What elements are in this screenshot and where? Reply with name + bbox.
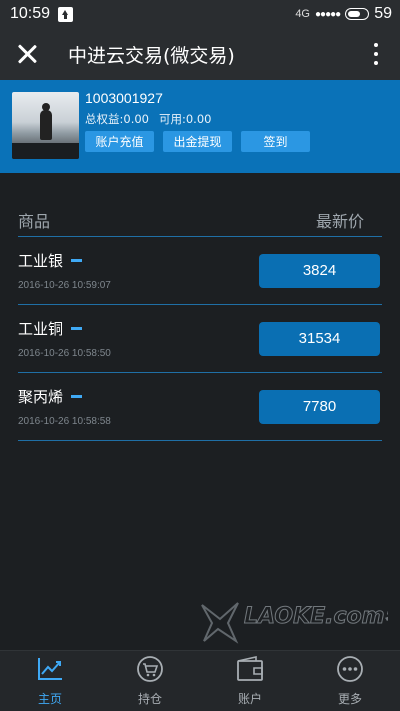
nav-label: 账户 (237, 692, 262, 706)
nav-item-positions[interactable]: 持仓 (100, 651, 200, 711)
avatar[interactable] (12, 92, 79, 159)
account-balance: 总权益:0.00 可用:0.00 (85, 111, 310, 127)
battery-level: 59 (374, 5, 392, 22)
price-button[interactable]: 3824 (259, 253, 380, 288)
more-options-icon[interactable] (366, 41, 386, 67)
page-title: 中进云交易(微交易) (68, 44, 235, 67)
cart-icon (135, 654, 165, 684)
quote-time: 2016-10-26 10:58:58 (18, 416, 111, 427)
flat-trend-icon (71, 259, 83, 262)
signal-icon: ●●●●● (315, 8, 341, 20)
status-bar: 10:59 4G ●●●●● 59 (0, 0, 400, 28)
quote-time: 2016-10-26 10:59:07 (18, 280, 111, 291)
account-actions: 账户充值 出金提现 签到 (85, 131, 310, 152)
quote-header: 商品 最新价 (18, 203, 382, 237)
quote-list: 商品 最新价 工业银 2016-10-26 10:59:07 3824 工业铜 … (0, 203, 400, 441)
flat-trend-icon (71, 395, 83, 398)
account-id: 1003001927 (85, 90, 163, 106)
flat-trend-icon (71, 327, 83, 330)
checkin-button[interactable]: 签到 (241, 131, 310, 152)
quote-time: 2016-10-26 10:58:50 (18, 348, 111, 359)
status-time: 10:59 (10, 5, 51, 22)
price-button[interactable]: 7780 (259, 389, 380, 424)
network-type: 4G (295, 8, 310, 20)
quote-row[interactable]: 工业银 2016-10-26 10:59:07 3824 (18, 237, 382, 305)
product-name: 聚丙烯 (18, 388, 64, 406)
quote-row[interactable]: 聚丙烯 2016-10-26 10:58:58 7780 (18, 373, 382, 441)
available-value: 0.00 (185, 112, 212, 126)
withdraw-button[interactable]: 出金提现 (163, 131, 232, 152)
title-bar: 中进云交易(微交易) (0, 28, 400, 80)
more-circle-icon (335, 654, 365, 684)
product-name: 工业铜 (18, 320, 64, 338)
recharge-button[interactable]: 账户充值 (85, 131, 154, 152)
watermark-logo: LAOKE.com老客 (201, 602, 388, 644)
quote-row[interactable]: 工业铜 2016-10-26 10:58:50 31534 (18, 305, 382, 373)
close-icon[interactable] (14, 41, 40, 67)
nav-item-home[interactable]: 主页 (0, 651, 100, 711)
nav-item-account[interactable]: 账户 (200, 651, 300, 711)
account-info: 1003001927 总权益:0.00 可用:0.00 账户充值 出金提现 签到 (85, 90, 310, 152)
nav-item-more[interactable]: 更多 (300, 651, 400, 711)
price-button[interactable]: 31534 (259, 321, 380, 356)
bottom-nav: 主页 持仓 账户 更多 (0, 650, 400, 711)
header-price: 最新价 (315, 211, 364, 231)
nav-label: 持仓 (137, 692, 162, 706)
available-label: 可用: (158, 112, 186, 126)
watermark-text: LAOKE.com老客 (244, 603, 388, 629)
product-name: 工业银 (18, 252, 64, 270)
nav-label: 更多 (337, 692, 362, 706)
equity-label: 总权益: (85, 112, 124, 126)
battery-icon (345, 8, 370, 20)
wallet-icon (235, 654, 265, 684)
chart-icon (35, 654, 65, 684)
nav-label: 主页 (37, 692, 62, 706)
header-product: 商品 (18, 211, 51, 231)
equity-value: 0.00 (123, 112, 149, 126)
account-panel: 1003001927 总权益:0.00 可用:0.00 账户充值 出金提现 签到 (0, 80, 400, 173)
upload-notification-icon (58, 6, 74, 22)
